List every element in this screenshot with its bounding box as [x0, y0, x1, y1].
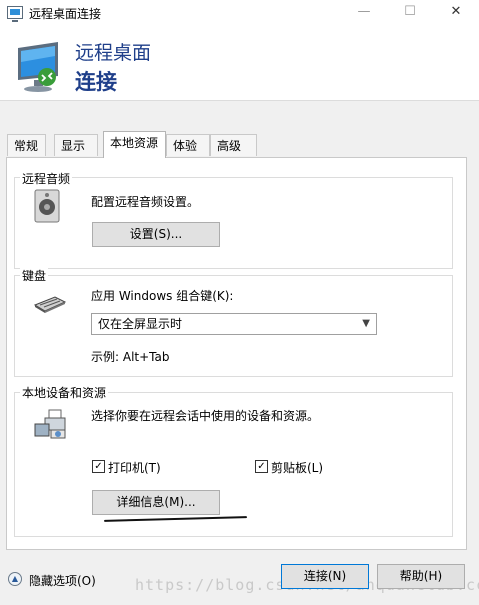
speaker-icon [34, 189, 60, 223]
keyboard-combo-value: 仅在全屏显示时 [98, 317, 183, 331]
devices-printer-icon [34, 409, 66, 439]
header-title-line1: 远程桌面 [75, 42, 152, 64]
maximize-button[interactable]: ☐ [387, 0, 433, 26]
group-keyboard-legend: 键盘 [20, 267, 49, 284]
tab-experience[interactable]: 体验 [166, 134, 210, 156]
clipboard-label: 剪贴板(L) [271, 461, 324, 475]
window-title: 远程桌面连接 [29, 7, 102, 21]
printers-checkbox[interactable]: ✓ [92, 460, 105, 473]
keyboard-label: 应用 Windows 组合键(K): [91, 289, 234, 303]
audio-settings-button[interactable]: 设置(S)... [92, 222, 220, 247]
tab-local-resources[interactable]: 本地资源 [103, 131, 166, 158]
audio-description: 配置远程音频设置。 [91, 195, 200, 209]
tab-advanced[interactable]: 高级 [210, 134, 257, 156]
title-bar: 远程桌面连接 — ☐ ✕ [0, 0, 479, 26]
tab-display[interactable]: 显示 [54, 134, 98, 156]
remote-desktop-app-icon [7, 6, 23, 22]
clipboard-checkbox[interactable]: ✓ [255, 460, 268, 473]
tab-general[interactable]: 常规 [7, 134, 46, 156]
hide-options-link[interactable]: 隐藏选项(O) [29, 572, 96, 589]
close-button[interactable]: ✕ [433, 0, 479, 26]
chevron-down-icon: ▼ [362, 318, 370, 329]
devices-description: 选择你要在远程会话中使用的设备和资源。 [91, 409, 320, 423]
printers-label: 打印机(T) [108, 461, 161, 475]
group-remote-audio-legend: 远程音频 [20, 170, 73, 187]
group-local-devices-legend: 本地设备和资源 [20, 384, 109, 401]
keyboard-example: 示例: Alt+Tab [91, 350, 170, 364]
keyboard-icon [33, 296, 67, 313]
details-button[interactable]: 详细信息(M)... [92, 490, 220, 515]
chevron-up-icon[interactable]: ▲ [8, 572, 22, 586]
minimize-button[interactable]: — [341, 0, 387, 26]
group-remote-audio [14, 177, 453, 269]
connect-button[interactable]: 连接(N) [281, 564, 369, 589]
help-button[interactable]: 帮助(H) [377, 564, 465, 589]
remote-desktop-monitor-icon [18, 42, 58, 92]
keyboard-combo-select[interactable]: 仅在全屏显示时 ▼ [91, 313, 377, 335]
header-title-line2: 连接 [75, 70, 117, 94]
header-banner: 远程桌面 连接 [0, 26, 479, 101]
